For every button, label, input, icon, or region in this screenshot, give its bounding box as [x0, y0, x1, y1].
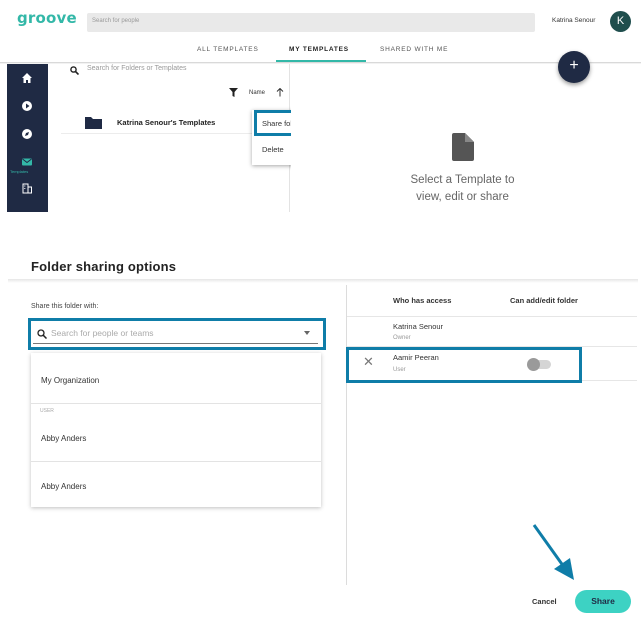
- dropdown-divider: [31, 403, 321, 404]
- tab-shared-with-me[interactable]: SHARED WITH ME: [380, 46, 448, 53]
- template-tabs: ALL TEMPLATES MY TEMPLATES SHARED WITH M…: [0, 42, 641, 62]
- col-header-can-edit: Can add/edit folder: [510, 296, 578, 305]
- folder-sharing-dialog: Folder sharing options Share this folder…: [0, 212, 641, 622]
- global-search-placeholder: Search for people: [92, 18, 140, 24]
- access-person-role: Owner: [393, 335, 411, 341]
- document-icon: [452, 133, 474, 161]
- home-icon[interactable]: [21, 72, 33, 84]
- folder-name[interactable]: Katrina Senour's Templates: [117, 118, 215, 127]
- share-with-label: Share this folder with:: [31, 303, 99, 310]
- dropdown-item-my-organization[interactable]: My Organization: [41, 376, 99, 385]
- sort-name-label[interactable]: Name: [249, 90, 265, 96]
- play-icon[interactable]: [21, 100, 33, 112]
- tab-my-templates[interactable]: MY TEMPLATES: [289, 46, 349, 53]
- cancel-button[interactable]: Cancel: [532, 597, 557, 606]
- groove-logo[interactable]: groove: [17, 9, 77, 27]
- dialog-header-divider: [8, 279, 638, 283]
- add-template-button[interactable]: +: [558, 51, 590, 83]
- user-name[interactable]: Katrina Senour: [552, 17, 595, 24]
- sort-ascending-icon[interactable]: [276, 88, 284, 97]
- dropdown-item-user[interactable]: Abby Anders: [41, 482, 86, 491]
- dialog-column-divider: [346, 285, 347, 585]
- access-divider: [347, 316, 637, 317]
- people-dropdown: My Organization USER Abby Anders Abby An…: [31, 353, 321, 507]
- mail-icon[interactable]: [21, 156, 33, 168]
- col-header-who-has-access: Who has access: [393, 296, 452, 305]
- folder-icon: [85, 117, 102, 129]
- templates-screen: groove Search for people Katrina Senour …: [0, 0, 641, 212]
- compass-icon[interactable]: [21, 128, 33, 140]
- empty-state-text: Select a Template to view, edit or share: [380, 172, 545, 206]
- global-search-input[interactable]: Search for people: [87, 13, 535, 32]
- access-row-highlight: [346, 347, 582, 383]
- dropdown-item-user[interactable]: Abby Anders: [41, 434, 86, 443]
- filter-icon[interactable]: [229, 88, 238, 97]
- access-person-name: Katrina Senour: [393, 322, 444, 331]
- empty-state-line-1: Select a Template to: [410, 174, 515, 186]
- dropdown-divider: [31, 461, 321, 462]
- arrow-annotation-icon: [532, 524, 574, 580]
- dialog-title: Folder sharing options: [31, 259, 177, 274]
- avatar[interactable]: K: [610, 11, 631, 32]
- empty-state-line-2: view, edit or share: [416, 191, 509, 203]
- delete-menu-item[interactable]: Delete: [262, 145, 284, 154]
- search-highlight: [28, 318, 326, 350]
- building-icon[interactable]: [21, 182, 33, 194]
- share-button[interactable]: Share: [575, 590, 631, 613]
- tab-all-templates[interactable]: ALL TEMPLATES: [197, 46, 259, 53]
- sidenav-templates-label: Templates: [10, 169, 29, 174]
- folder-search-input[interactable]: Search for Folders or Templates: [87, 65, 186, 72]
- search-icon: [70, 66, 79, 75]
- side-nav: Templates: [7, 64, 48, 212]
- dropdown-group-label: USER: [40, 408, 54, 414]
